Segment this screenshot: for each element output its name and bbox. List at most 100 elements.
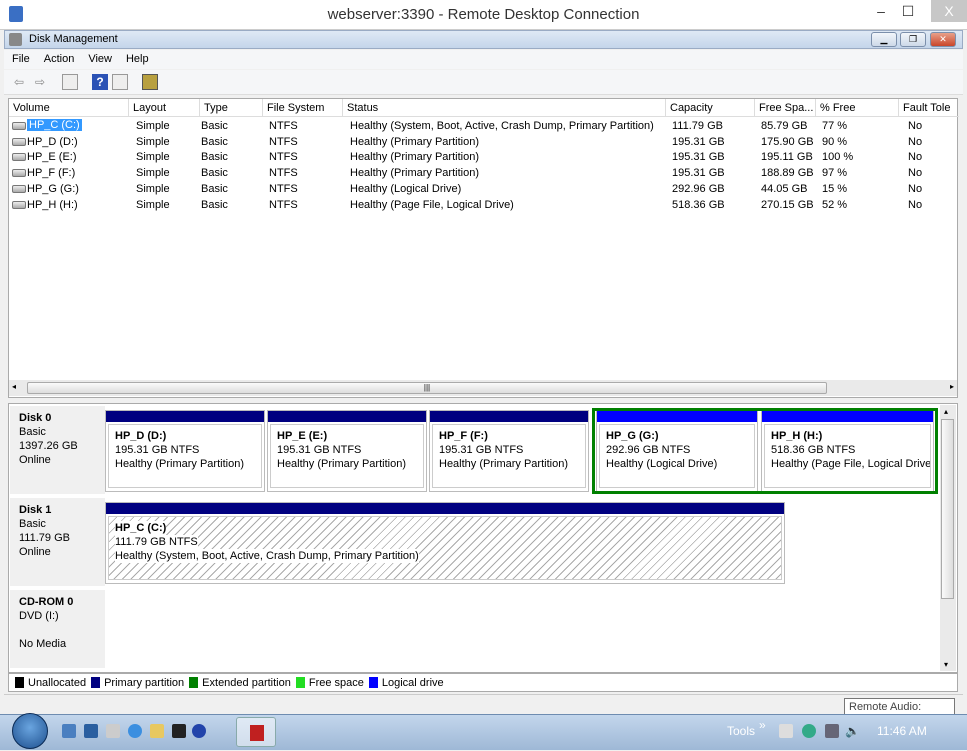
powershell-icon[interactable]	[192, 724, 206, 738]
scroll-down-icon[interactable]: ▾	[944, 660, 948, 669]
start-button[interactable]	[12, 713, 48, 749]
properties-icon[interactable]	[142, 74, 158, 90]
column-status[interactable]: Status	[343, 99, 666, 117]
inner-close-button[interactable]: ✕	[930, 32, 956, 47]
taskbar: Tools » 🔈 11:46 AM	[0, 713, 967, 750]
column-percent-free[interactable]: % Free	[816, 99, 899, 117]
document-icon[interactable]	[106, 724, 120, 738]
cell-volume: HP_H (H:)	[27, 198, 78, 211]
scrollbar-thumb[interactable]: |||	[27, 382, 827, 394]
menu-action[interactable]: Action	[36, 50, 81, 65]
disk-type: Basic	[19, 518, 46, 530]
partition-color-bar	[106, 503, 784, 514]
partition-hp_ee[interactable]: HP_E (E:) 195.31 GB NTFS Healthy (Primary …	[267, 410, 427, 492]
volume-icon[interactable]: 🔈	[845, 724, 860, 738]
drive-icon	[12, 153, 26, 162]
cell-capacity: 195.31 GB	[672, 151, 725, 164]
window-title: webserver:3390 - Remote Desktop Connecti…	[327, 6, 640, 23]
server-manager-icon[interactable]	[84, 724, 98, 738]
cell-free-spa-: 270.15 GB	[761, 198, 814, 211]
clock[interactable]: 11:46 AM	[877, 724, 927, 738]
tray-app-icon[interactable]	[779, 724, 793, 738]
cell-status: Healthy (Primary Partition)	[350, 151, 479, 164]
partition-body: HP_H (H:) 518.36 GB NTFS Healthy (Page Fil…	[764, 424, 931, 488]
partition-status: Healthy (Logical Drive)	[606, 458, 718, 470]
column-type[interactable]: Type	[200, 99, 263, 117]
partition-hp_cc[interactable]: HP_C (C:) 111.79 GB NTFS Healthy (System, …	[105, 502, 785, 584]
volume-row[interactable]: HP_E (E:) Simple Basic NTFS Healthy (Primary…	[9, 149, 957, 165]
toolbar-chevron[interactable]: »	[759, 718, 766, 732]
disk-label-1[interactable]: Disk 1 Basic 111.79 GB Online	[10, 498, 105, 588]
disk-graph-pane: Disk 0 Basic 1397.26 GB Online HP_D (D:) 195.…	[8, 403, 958, 673]
cell-file-system: NTFS	[269, 167, 298, 180]
show-desktop-icon[interactable]	[62, 724, 76, 738]
internet-explorer-icon[interactable]	[128, 724, 142, 738]
legend-label: Free space	[308, 677, 364, 689]
partition-body: HP_G (G:) 292.96 GB NTFS Healthy (Logical …	[599, 424, 755, 488]
column-capacity[interactable]: Capacity	[666, 99, 755, 117]
tray-globe-icon[interactable]	[802, 724, 816, 738]
scroll-up-icon[interactable]: ▴	[944, 407, 948, 416]
volume-row[interactable]: HP_D (D:) Simple Basic NTFS Healthy (Primary…	[9, 134, 957, 150]
legend-swatch	[189, 677, 199, 688]
partition-name: HP_D (D:)	[115, 430, 167, 442]
scroll-right-icon[interactable]: ▸	[950, 382, 954, 391]
cell-fault-tole: No	[908, 120, 923, 132]
cell-free-spa-: 195.11 GB	[761, 151, 813, 164]
volume-row[interactable]: HP_G (G:) Simple Basic NTFS Healthy (Logical…	[9, 181, 957, 197]
disk-label-0[interactable]: Disk 0 Basic 1397.26 GB Online	[10, 406, 105, 496]
inner-minimize-button[interactable]: ▁	[871, 32, 897, 47]
column-volume[interactable]: Volume	[9, 99, 129, 117]
legend-swatch	[91, 677, 101, 688]
forward-icon[interactable]: ⇨	[32, 74, 48, 90]
cell-type: Basic	[201, 135, 228, 148]
partition-hp_hh[interactable]: HP_H (H:) 518.36 GB NTFS Healthy (Page Fil…	[761, 410, 934, 492]
close-button[interactable]: X	[931, 0, 967, 22]
partition-status: Healthy (Primary Partition)	[439, 458, 568, 470]
cell-layout: Simple	[136, 182, 170, 195]
back-icon[interactable]: ⇦	[11, 74, 27, 90]
cell-file-system: NTFS	[269, 120, 298, 132]
volume-row[interactable]: HP_F (F:) Simple Basic NTFS Healthy (Primary…	[9, 165, 957, 181]
command-prompt-icon[interactable]	[172, 724, 186, 738]
cell-type: Basic	[201, 167, 228, 180]
disk-label-2[interactable]: CD-ROM 0 DVD (I:) No Media	[10, 590, 105, 670]
partition-hp_ff[interactable]: HP_F (F:) 195.31 GB NTFS Healthy (Primary …	[429, 410, 589, 492]
explorer-icon[interactable]	[150, 724, 164, 738]
volume-row[interactable]: HP_H (H:) Simple Basic NTFS Healthy (Page Fi…	[9, 197, 957, 213]
network-icon[interactable]	[825, 724, 839, 738]
vertical-scrollbar[interactable]: ▴ ▾	[940, 405, 956, 671]
column-layout[interactable]: Layout	[129, 99, 200, 117]
vertical-scrollbar-thumb[interactable]	[941, 419, 954, 599]
maximize-button[interactable]: ☐	[893, 0, 923, 22]
help-icon[interactable]: ?	[92, 74, 108, 90]
inner-restore-button[interactable]: ❐	[900, 32, 926, 47]
legend-label: Unallocated	[28, 677, 87, 689]
volume-row[interactable]: HP_C (C:) Simple Basic NTFS Healthy (System,…	[9, 118, 957, 134]
cell-free-spa-: 188.89 GB	[761, 167, 814, 180]
cell-capacity: 111.79 GB	[672, 120, 723, 132]
column-file-system[interactable]: File System	[263, 99, 343, 117]
scroll-left-icon[interactable]: ◂	[12, 382, 16, 391]
partition-hp_gg[interactable]: HP_G (G:) 292.96 GB NTFS Healthy (Logical …	[596, 410, 758, 492]
legend-swatch	[368, 677, 378, 688]
minimize-button[interactable]: –	[866, 0, 896, 22]
menu-file[interactable]: File	[4, 50, 36, 65]
horizontal-scrollbar[interactable]: ◂ ||| ▸	[9, 380, 957, 396]
cell-fault-tole: No	[908, 151, 923, 164]
taskbar-disk-management[interactable]	[236, 717, 276, 747]
partition-status: Healthy (Primary Partition)	[277, 458, 406, 470]
column-free-space[interactable]: Free Spa...	[755, 99, 816, 117]
cell-status: Healthy (Logical Drive)	[350, 182, 462, 195]
partition-hp_dd[interactable]: HP_D (D:) 195.31 GB NTFS Healthy (Primary …	[105, 410, 265, 492]
cell-status: Healthy (Primary Partition)	[350, 135, 479, 148]
menu-help[interactable]: Help	[118, 50, 155, 65]
action-pane-icon[interactable]	[112, 74, 128, 90]
tools-toolbar[interactable]: Tools	[727, 724, 755, 738]
partition-body: HP_C (C:) 111.79 GB NTFS Healthy (System, …	[108, 516, 782, 580]
console-tree-icon[interactable]	[62, 74, 78, 90]
partition-size: 518.36 GB NTFS	[771, 444, 856, 456]
menu-view[interactable]: View	[80, 50, 118, 65]
column-fault-tolerance[interactable]: Fault Tole	[899, 99, 959, 117]
